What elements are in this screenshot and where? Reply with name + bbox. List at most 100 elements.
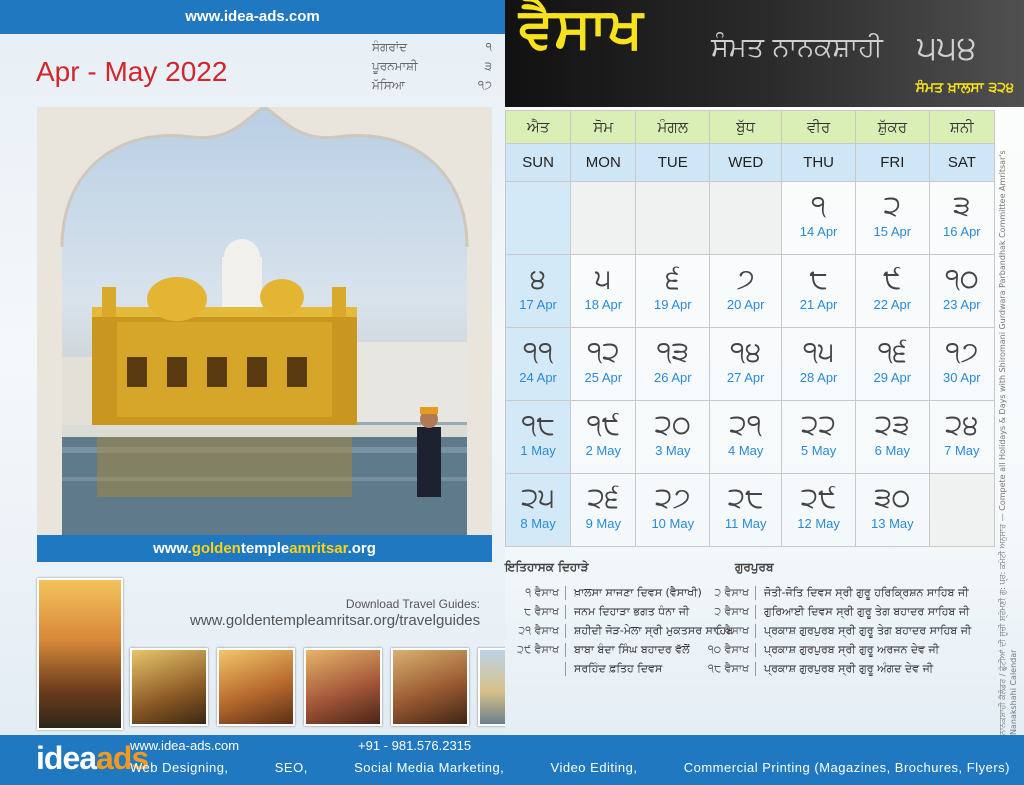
punjabi-day-number: ੧੮ [521, 408, 555, 441]
empty-day-cell [570, 181, 637, 255]
key-date-value: ੩ [484, 59, 492, 73]
day-cell: ੨ 15 Apr [854, 181, 930, 255]
gregorian-date: 11 May [724, 516, 767, 531]
gregorian-date: 29 Apr [873, 370, 912, 385]
key-date-value: ੧੭ [477, 78, 492, 92]
day-cell: ੨੭ 10 May [635, 473, 711, 547]
gregorian-date: 26 Apr [653, 370, 692, 385]
caption-part: www. [153, 540, 192, 557]
weekday-pa: ਐਤ [504, 110, 572, 144]
weekday-pa: ਸ਼ਨੀ [928, 110, 996, 144]
gurpurab-title: ਗੁਰਪੁਰਬ [735, 560, 774, 574]
day-cell: ੯ 22 Apr [854, 254, 930, 328]
punjabi-day-number: ੨ [883, 189, 902, 222]
event-text: ਪ੍ਰਕਾਸ਼ ਗੁਰਪੁਰਬ ਸ੍ਰੀ ਗੁਰੂ ਤੇਗ ਬਹਾਦਰ ਸਾਹਿ… [755, 623, 971, 638]
punjabi-day-number: ੧੭ [945, 335, 979, 368]
gregorian-date: 6 May [874, 443, 911, 458]
day-cell: ੧੯ 2 May [570, 400, 637, 474]
punjabi-day-number: ੨੬ [587, 481, 620, 514]
service-item: SEO, [274, 760, 308, 775]
event-date: ੨ ਵੈਸਾਖ [714, 604, 749, 618]
download-label: Download Travel Guides: [345, 597, 480, 611]
guide-thumbnail[interactable] [304, 648, 382, 726]
punjabi-day-number: ੨੪ [945, 408, 979, 441]
day-cell: ੧੩ 26 Apr [635, 327, 711, 401]
gregorian-date: 3 May [655, 443, 691, 458]
event-row: ੮ ਵੈਸਾਖ ਪ੍ਰਕਾਸ਼ ਗੁਰਪੁਰਬ ਸ੍ਰੀ ਗੁਰੂ ਤੇਗ ਬਹਾ… [695, 621, 971, 640]
event-row: ੧੮ ਵੈਸਾਖ ਪ੍ਰਕਾਸ਼ ਗੁਰਪੁਰਬ ਸ੍ਰੀ ਗੁਰੂ ਅੰਗਦ ਦ… [695, 659, 971, 678]
gregorian-date: 9 May [585, 516, 621, 531]
photo-caption-link[interactable]: www.goldentempleamritsar.org [37, 535, 492, 562]
gregorian-date: 22 Apr [873, 297, 912, 312]
gregorian-date: 19 Apr [653, 297, 692, 312]
weekday-en: FRI [854, 143, 930, 182]
weekday-pa: ਸ਼ੁੱਕਰ [854, 110, 930, 144]
punjabi-day-number: ੧੨ [586, 335, 620, 368]
calendar-header: ਵੈਸਾਖ ਸੰਮਤ ਨਾਨਕਸ਼ਾਹੀ ੫੫੪ ਸੰਮਤ ਖ਼ਾਲਸਾ ੩੨੪ [505, 0, 1024, 107]
punjabi-day-number: ੨੯ [800, 481, 837, 514]
week-row: ੨੫ 8 May ੨੬ 9 May ੨੭ 10 May ੨੮ 11 May ੨੯ 12 May ੩੦… [504, 473, 996, 547]
caption-highlight: amritsar [289, 540, 348, 557]
key-date-value: ੧ [485, 40, 492, 54]
key-dates-list: ਸੰਗਰਾਂਦ ੧ ਪੂਰਨਮਾਸ਼ੀ ੩ ਮੱਸਿਆ ੧੭ [372, 40, 492, 97]
weekday-en: THU [781, 143, 856, 182]
footer-phone: +91 - 981.576.2315 [358, 738, 472, 753]
event-row: ੨ ਵੈਸਾਖ ਗੁਰਿਆਈ ਦਿਵਸ ਸ੍ਰੀ ਗੁਰੂ ਤੇਗ ਬਹਾਦਰ ਸ… [695, 602, 971, 621]
weekday-en: MON [570, 143, 637, 182]
footer-website-link[interactable]: www.idea-ads.com [130, 738, 239, 753]
download-link[interactable]: www.goldentempleamritsar.org/travelguide… [190, 612, 480, 629]
day-cell: ੫ 18 Apr [570, 254, 637, 328]
week-row: ੪ 17 Apr ੫ 18 Apr ੬ 19 Apr ੭ 20 Apr ੮ 21 Apr ੯ 22 A… [504, 254, 996, 328]
guide-thumbnail[interactable] [217, 648, 295, 726]
gregorian-date: 20 Apr [726, 297, 765, 312]
service-item: Social Media Marketing, [354, 760, 505, 775]
punjabi-day-number: ੧੩ [656, 335, 690, 368]
punjabi-day-number: ੪ [530, 262, 547, 295]
gregorian-date: 18 Apr [584, 297, 623, 312]
punjabi-day-number: ੩੦ [874, 481, 911, 514]
service-item: Commercial Printing (Magazines, Brochure… [683, 760, 1010, 775]
weekday-row-english: SUN MON TUE WED THU FRI SAT [504, 143, 996, 182]
travel-guide-cover[interactable] [37, 578, 123, 730]
day-cell: ੧੧ 24 Apr [504, 327, 572, 401]
event-text: ਗੁਰਿਆਈ ਦਿਵਸ ਸ੍ਰੀ ਗੁਰੂ ਤੇਗ ਬਹਾਦਰ ਸਾਹਿਬ ਜੀ [755, 604, 969, 619]
khalsa-era: ਸੰਮਤ ਖ਼ਾਲਸਾ ੩੨੪ [915, 80, 1014, 96]
gregorian-date: 4 May [727, 443, 764, 458]
guide-thumbnail[interactable] [391, 648, 469, 726]
day-cell: ੨੦ 3 May [635, 400, 711, 474]
key-date-label: ਪੂਰਨਮਾਸ਼ੀ [372, 59, 418, 73]
day-cell: ੪ 17 Apr [504, 254, 572, 328]
day-cell: ੨੮ 11 May [709, 473, 783, 547]
day-cell: ੨੨ 5 May [781, 400, 856, 474]
weekday-pa: ਬੁੱਧ [709, 110, 783, 144]
event-text: ਬਾਬਾ ਬੰਦਾ ਸਿੰਘ ਬਹਾਦਰ ਵੱਲੋਂ [565, 642, 690, 657]
guide-thumbnail[interactable] [130, 648, 208, 726]
gregorian-date: 2 May [585, 443, 621, 458]
day-cell: ੧੦ 23 Apr [928, 254, 996, 328]
day-cell: ੨੫ 8 May [504, 473, 572, 547]
empty-day-cell [928, 473, 996, 547]
event-row: ੨ ਵੈਸਾਖ ਜੋਤੀ-ਜੋਤਿ ਦਿਵਸ ਸ੍ਰੀ ਗੁਰੂ ਹਰਿਕ੍ਰਿਸ… [695, 583, 971, 602]
gregorian-date: 25 Apr [584, 370, 623, 385]
service-item: Web Designing, [130, 760, 229, 775]
day-cell: ੬ 19 Apr [635, 254, 711, 328]
gregorian-date: 10 May [651, 516, 695, 531]
punjabi-day-number: ੨੨ [801, 408, 837, 441]
gregorian-date: 13 May [871, 516, 914, 531]
punjabi-day-number: ੧੪ [730, 335, 762, 368]
event-text: ਜਨਮ ਦਿਹਾੜਾ ਭਗਤ ਧੰਨਾ ਜੀ [565, 604, 689, 619]
empty-day-cell [504, 181, 572, 255]
top-website-link[interactable]: www.idea-ads.com [0, 0, 505, 34]
day-cell: ੧ 14 Apr [781, 181, 856, 255]
guide-thumbnails [130, 648, 556, 726]
punjabi-day-number: ੬ [665, 262, 680, 295]
day-cell: ੨੪ 7 May [928, 400, 996, 474]
gregorian-date: 16 Apr [943, 224, 981, 239]
punjabi-day-number: ੧੫ [802, 335, 835, 368]
punjabi-day-number: ੨੫ [521, 481, 556, 514]
golden-temple-illustration [37, 107, 492, 535]
calendar-panel: ਵੈਸਾਖ ਸੰਮਤ ਨਾਨਕਸ਼ਾਹੀ ੫੫੪ ਸੰਮਤ ਖ਼ਾਲਸਾ ੩੨੪… [504, 0, 1024, 735]
day-cell: ੭ 20 Apr [709, 254, 783, 328]
event-text: ਜੋਤੀ-ਜੋਤਿ ਦਿਵਸ ਸ੍ਰੀ ਗੁਰੂ ਹਰਿਕ੍ਰਿਸ਼ਨ ਸਾਹਿ… [755, 585, 969, 600]
day-cell: ੧੪ 27 Apr [709, 327, 783, 401]
